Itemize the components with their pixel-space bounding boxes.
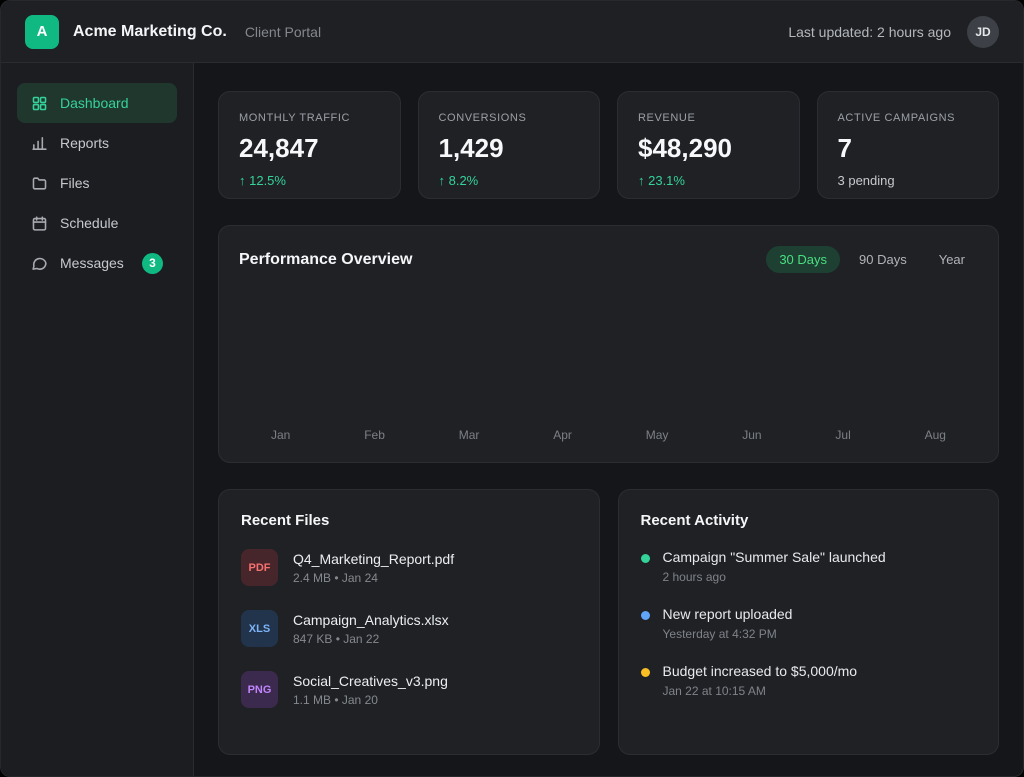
recent-activity-card: Recent Activity Campaign "Summer Sale" l… [618,489,1000,755]
sidebar: Dashboard Reports Files Schedule [1,63,194,776]
stat-label: MONTHLY TRAFFIC [239,112,380,124]
recent-files-title: Recent Files [241,512,577,529]
stat-label: REVENUE [638,112,779,124]
file-info: Q4_Marketing_Report.pdf 2.4 MB • Jan 24 [293,551,454,585]
stat-delta: ↑ 8.2% [439,173,580,188]
sidebar-item-label: Files [60,175,90,191]
app-window: A Acme Marketing Co. Client Portal Last … [0,0,1024,777]
stat-card-active-campaigns: ACTIVE CAMPAIGNS 7 3 pending [817,91,1000,199]
recent-files-card: Recent Files PDF Q4_Marketing_Report.pdf… [218,489,600,755]
user-avatar[interactable]: JD [967,16,999,48]
calendar-icon [31,215,48,232]
chart-plot-area [239,273,978,428]
bar-chart-icon [31,135,48,152]
stat-label: ACTIVE CAMPAIGNS [838,112,979,124]
sidebar-item-reports[interactable]: Reports [17,123,177,163]
sidebar-item-messages[interactable]: Messages 3 [17,243,177,283]
stat-delta: ↑ 12.5% [239,173,380,188]
company-name: Acme Marketing Co. [73,23,227,41]
file-name: Q4_Marketing_Report.pdf [293,551,454,567]
file-row-png[interactable]: PNG Social_Creatives_v3.png 1.1 MB • Jan… [241,671,577,708]
stat-value: 24,847 [239,133,380,164]
x-tick-label: Jun [742,428,761,442]
messages-unread-badge: 3 [142,253,163,274]
range-button-30-days[interactable]: 30 Days [766,246,840,273]
stat-card-monthly-traffic: MONTHLY TRAFFIC 24,847 ↑ 12.5% [218,91,401,199]
sidebar-item-label: Dashboard [60,95,129,111]
recent-activity-title: Recent Activity [641,512,977,529]
range-button-90-days[interactable]: 90 Days [846,246,920,273]
file-info: Social_Creatives_v3.png 1.1 MB • Jan 20 [293,673,448,707]
activity-info: Campaign "Summer Sale" launched 2 hours … [663,549,886,584]
x-tick-label: May [646,428,669,442]
sidebar-item-label: Messages [60,255,124,271]
activity-info: Budget increased to $5,000/mo Jan 22 at … [663,663,858,698]
stat-label: CONVERSIONS [439,112,580,124]
range-button-year[interactable]: Year [926,246,978,273]
top-bar: A Acme Marketing Co. Client Portal Last … [1,1,1023,63]
last-updated-text: Last updated: 2 hours ago [788,24,951,40]
main-content: MONTHLY TRAFFIC 24,847 ↑ 12.5% CONVERSIO… [194,63,1023,776]
activity-time: Yesterday at 4:32 PM [663,627,793,641]
activity-time: 2 hours ago [663,570,886,584]
chart-x-axis: Jan Feb Mar Apr May Jun Jul Aug [239,428,978,442]
stat-card-revenue: REVENUE $48,290 ↑ 23.1% [617,91,800,199]
portal-label: Client Portal [245,24,321,40]
file-name: Campaign_Analytics.xlsx [293,612,449,628]
sidebar-item-dashboard[interactable]: Dashboard [17,83,177,123]
x-tick-label: Feb [364,428,385,442]
activity-dot [641,668,650,677]
file-info: Campaign_Analytics.xlsx 847 KB • Jan 22 [293,612,449,646]
file-name: Social_Creatives_v3.png [293,673,448,689]
company-logo: A [25,15,59,49]
sidebar-item-schedule[interactable]: Schedule [17,203,177,243]
stats-row: MONTHLY TRAFFIC 24,847 ↑ 12.5% CONVERSIO… [218,91,999,199]
activity-text: Budget increased to $5,000/mo [663,663,858,679]
activity-time: Jan 22 at 10:15 AM [663,684,858,698]
chart-range-toggle: 30 Days 90 Days Year [766,246,978,273]
file-row-xls[interactable]: XLS Campaign_Analytics.xlsx 847 KB • Jan… [241,610,577,647]
grid-icon [31,95,48,112]
chart-header: Performance Overview 30 Days 90 Days Yea… [239,246,978,273]
x-tick-label: Jan [271,428,290,442]
x-tick-label: Jul [835,428,850,442]
activity-item: Campaign "Summer Sale" launched 2 hours … [641,549,977,584]
activity-item: New report uploaded Yesterday at 4:32 PM [641,606,977,641]
chart-title: Performance Overview [239,251,412,269]
stat-card-conversions: CONVERSIONS 1,429 ↑ 8.2% [418,91,601,199]
stat-value: $48,290 [638,133,779,164]
file-row-pdf[interactable]: PDF Q4_Marketing_Report.pdf 2.4 MB • Jan… [241,549,577,586]
file-meta: 847 KB • Jan 22 [293,632,449,646]
folder-icon [31,175,48,192]
file-meta: 2.4 MB • Jan 24 [293,571,454,585]
activity-dot [641,554,650,563]
chat-icon [31,255,48,272]
activity-text: New report uploaded [663,606,793,622]
stat-delta: ↑ 23.1% [638,173,779,188]
activity-item: Budget increased to $5,000/mo Jan 22 at … [641,663,977,698]
png-file-icon: PNG [241,671,278,708]
sidebar-item-files[interactable]: Files [17,163,177,203]
activity-dot [641,611,650,620]
x-tick-label: Aug [925,428,946,442]
pdf-file-icon: PDF [241,549,278,586]
performance-overview-card: Performance Overview 30 Days 90 Days Yea… [218,225,999,463]
file-meta: 1.1 MB • Jan 20 [293,693,448,707]
xls-file-icon: XLS [241,610,278,647]
bottom-row: Recent Files PDF Q4_Marketing_Report.pdf… [218,489,999,755]
stat-delta: 3 pending [838,173,979,188]
activity-text: Campaign "Summer Sale" launched [663,549,886,565]
main-layout: Dashboard Reports Files Schedule [1,63,1023,776]
sidebar-item-label: Schedule [60,215,118,231]
x-tick-label: Apr [553,428,572,442]
x-tick-label: Mar [459,428,480,442]
stat-value: 1,429 [439,133,580,164]
activity-info: New report uploaded Yesterday at 4:32 PM [663,606,793,641]
sidebar-item-label: Reports [60,135,109,151]
stat-value: 7 [838,133,979,164]
